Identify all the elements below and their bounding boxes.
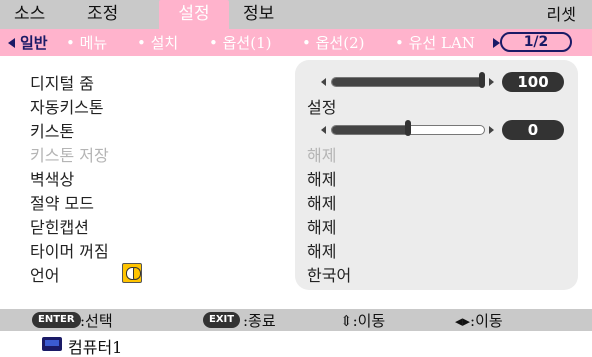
tab-right-arrow-icon[interactable] [493,38,500,48]
tab-bullet-icon: • [137,34,151,52]
top-menu-bar: 소스 조정 설정 정보 리셋 [0,0,592,29]
keystone-save-value: 해제 [307,146,337,165]
monitor-screen [45,340,59,346]
tab-bullet-icon: • [395,34,409,52]
digital-zoom-label: 디지털 줌 [30,74,94,93]
top-menu-setup[interactable]: 설정 [159,0,229,29]
osd-menu: 소스 조정 설정 정보 리셋 일반 • 메뉴 • 설치 • 옵션(1) • 옵션… [0,0,592,357]
top-menu-info[interactable]: 정보 [243,0,274,29]
setting-language[interactable]: 언어 한국어 [0,262,592,285]
top-menu-source[interactable]: 소스 [14,0,45,29]
slider-fill [332,126,409,134]
keystone-label: 키스톤 [30,122,75,141]
exit-key-icon: EXIT [203,312,241,328]
setting-keystone[interactable]: 키스톤 0 [0,118,592,141]
tab-bar: 일반 • 메뉴 • 설치 • 옵션(1) • 옵션(2) • 유선 LAN 1/… [0,29,592,56]
slider-right-arrow-icon[interactable] [489,126,494,134]
closed-caption-label: 닫힌캡션 [30,218,89,237]
tab-options1[interactable]: • 옵션(1) [209,32,271,53]
tab-left-arrow-icon[interactable] [8,38,15,48]
help-bar: ENTER :선택 EXIT :종료 ⇕:이동 ◂▸:이동 [0,309,592,331]
setting-eco-mode[interactable]: 절약 모드 해제 [0,190,592,213]
digital-zoom-slider[interactable]: 100 [307,72,572,92]
slider-right-arrow-icon[interactable] [489,78,494,86]
slider-left-arrow-icon[interactable] [321,78,326,86]
keystone-slider[interactable]: 0 [307,120,572,140]
enter-key-icon: ENTER [32,312,81,328]
eco-mode-label: 절약 모드 [30,194,94,213]
language-value: 한국어 [307,266,352,285]
language-icon [122,263,142,283]
tab-general[interactable]: 일반 [20,32,48,53]
tab-options2-label: 옵션(2) [315,34,365,52]
tab-bullet-icon: • [209,34,223,52]
tab-menu-label: 메뉴 [79,34,108,52]
setting-auto-keystone[interactable]: 자동키스톤 설정 [0,94,592,117]
leftright-help-text: ◂▸:이동 [455,312,503,330]
setting-digital-zoom[interactable]: 디지털 줌 100 [0,70,592,93]
auto-keystone-value: 설정 [307,98,337,117]
slider-left-arrow-icon[interactable] [321,126,326,134]
slider-knob[interactable] [479,72,485,88]
reset-button[interactable]: 리셋 [547,0,576,29]
wall-color-value: 해제 [307,170,337,189]
setting-wall-color[interactable]: 벽색상 해제 [0,166,592,189]
tab-options2[interactable]: • 옵션(2) [302,32,364,53]
wall-color-label: 벽색상 [30,170,75,189]
language-face-right [133,267,141,280]
setting-off-timer[interactable]: 타이머 꺼짐 해제 [0,238,592,261]
top-menu-adjust[interactable]: 조정 [87,0,118,29]
computer-monitor-icon [42,337,62,351]
tab-installation[interactable]: • 설치 [137,32,178,53]
tab-menu[interactable]: • 메뉴 [66,32,107,53]
settings-content: 디지털 줌 100 자동키스톤 설정 키스톤 0 키스톤 저장 해제 벽색상 해… [0,56,592,296]
off-timer-label: 타이머 꺼짐 [30,242,109,261]
setting-closed-caption[interactable]: 닫힌캡션 해제 [0,214,592,237]
auto-keystone-label: 자동키스톤 [30,98,104,117]
tab-wired-lan-label: 유선 LAN [408,34,475,52]
digital-zoom-value: 100 [502,72,564,92]
eco-mode-value: 해제 [307,194,337,213]
closed-caption-value: 해제 [307,218,337,237]
tab-bullet-icon: • [66,34,80,52]
off-timer-value: 해제 [307,242,337,261]
keystone-save-label: 키스톤 저장 [30,146,109,165]
exit-help-text: :종료 [243,312,276,330]
setting-keystone-save: 키스톤 저장 해제 [0,142,592,165]
page-indicator: 1/2 [500,32,572,52]
tab-installation-label: 설치 [150,34,179,52]
slider-track[interactable] [331,77,485,87]
keystone-value: 0 [502,120,564,140]
language-label: 언어 [30,266,60,285]
slider-fill [332,78,484,86]
updown-help-text: ⇕:이동 [340,312,386,330]
tab-options1-label: 옵션(1) [222,34,272,52]
source-bar: 컴퓨터1 [0,331,592,357]
source-label: 컴퓨터1 [68,338,123,357]
tab-bullet-icon: • [302,34,316,52]
tab-wired-lan[interactable]: • 유선 LAN [395,32,475,53]
slider-knob[interactable] [405,120,411,136]
enter-help-text: :선택 [80,312,113,330]
